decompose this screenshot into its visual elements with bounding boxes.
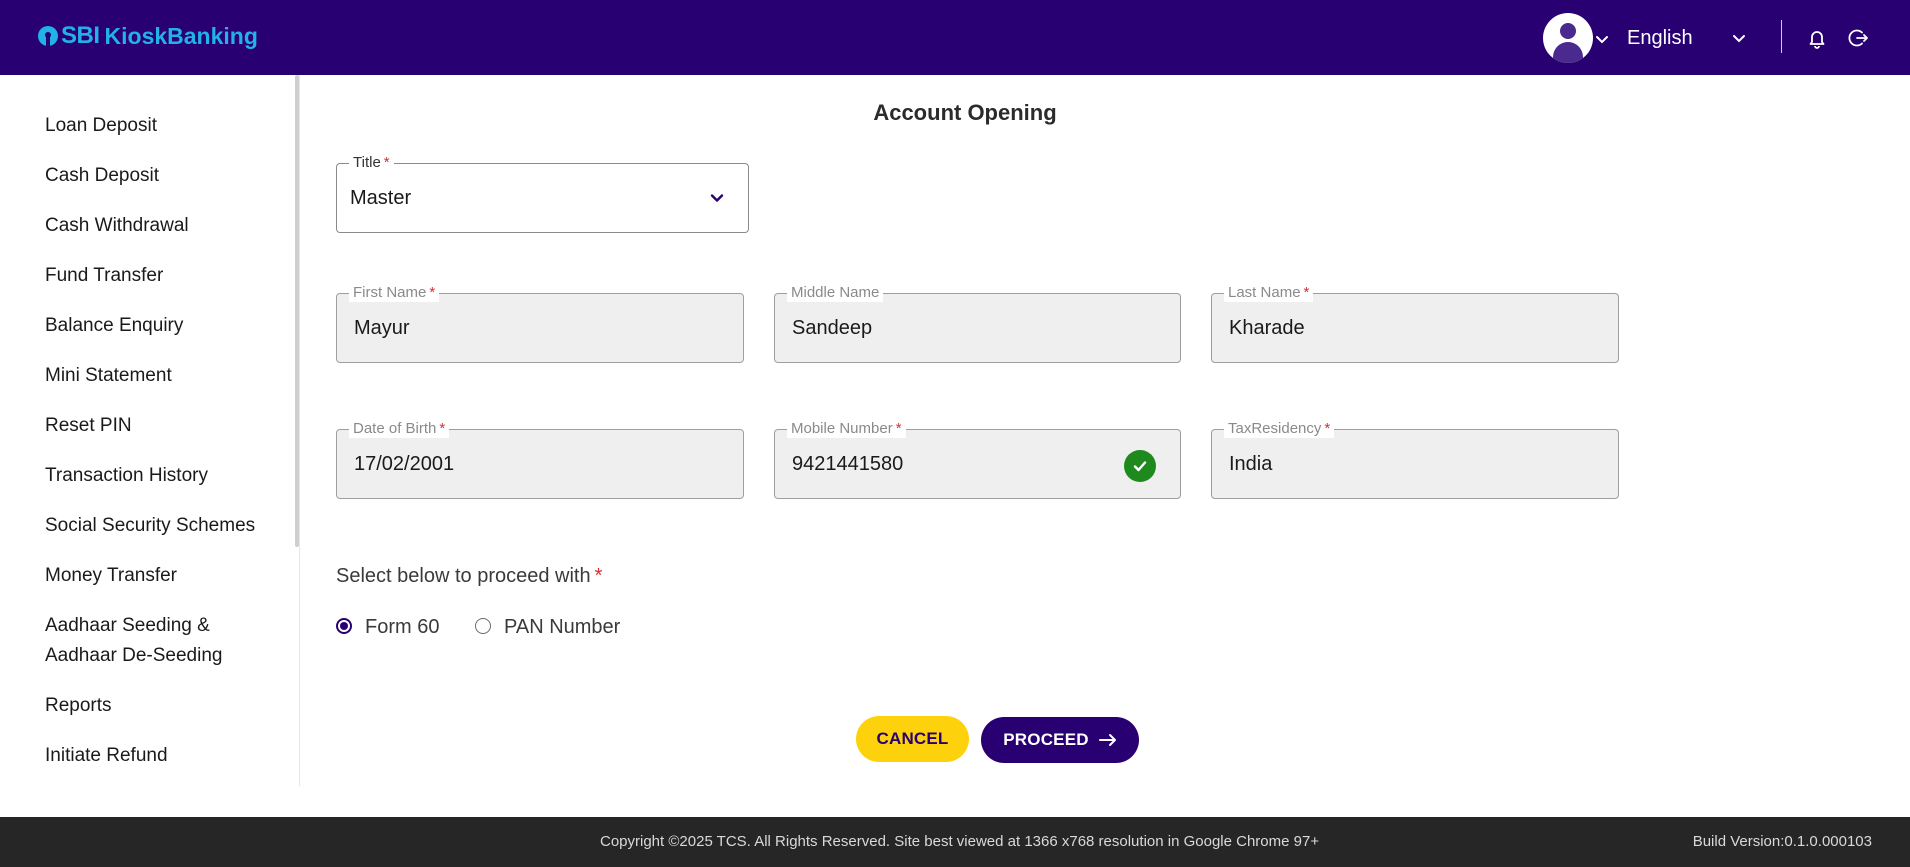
app-header: SBI KioskBanking English [0,0,1910,75]
proceed-prompt: Select below to proceed with * [336,565,603,587]
app-footer: Copyright ©2025 TCS. All Rights Reserved… [0,817,1910,867]
date-of-birth-field[interactable]: Date of Birth * 17/02/2001 [336,420,744,499]
sbi-logo-icon [38,26,58,46]
logo-kiosk-text: KioskBanking [104,22,258,49]
sidebar-item-cash-withdrawal[interactable]: Cash Withdrawal [45,211,285,241]
sidebar-item-loan-deposit[interactable]: Loan Deposit [45,111,285,141]
last-name-value: Kharade [1229,317,1305,339]
profile-chevron-down-icon[interactable] [1594,31,1610,47]
cancel-button[interactable]: CANCEL [856,716,969,762]
header-divider [1781,20,1782,53]
sidebar-scrollbar[interactable] [295,75,299,547]
sbi-kiosk-logo: SBI KioskBanking [38,22,258,50]
pan-number-label[interactable]: PAN Number [504,616,620,639]
first-name-value: Mayur [354,317,410,339]
build-version: Build Version:0.1.0.000103 [1692,833,1872,850]
last-name-label: Last Name * [1224,284,1314,302]
form60-radio[interactable] [336,618,352,634]
title-select[interactable]: Title * Master [336,154,749,233]
check-circle-icon [1124,450,1156,482]
logo-sbi-text: SBI [61,22,100,49]
middle-name-field[interactable]: Middle Name Sandeep [774,284,1181,363]
pan-number-radio[interactable] [475,618,491,634]
first-name-field[interactable]: First Name * Mayur [336,284,744,363]
date-of-birth-value: 17/02/2001 [354,453,455,475]
language-selector[interactable]: English [1627,27,1693,50]
mobile-number-label: Mobile Number * [787,420,906,438]
sidebar-item-social-security-schemes[interactable]: Social Security Schemes [45,511,285,541]
sidebar-item-aadhaar-seeding[interactable]: Aadhaar Seeding & Aadhaar De-Seeding [45,611,245,671]
user-avatar-icon[interactable] [1543,13,1593,63]
middle-name-label: Middle Name [787,284,884,302]
mobile-number-field[interactable]: Mobile Number * 9421441580 [774,420,1181,499]
middle-name-value: Sandeep [792,317,873,339]
tax-residency-label: TaxResidency * [1224,420,1335,438]
date-of-birth-label: Date of Birth * [349,420,450,438]
chevron-down-icon[interactable] [708,189,726,207]
sidebar-item-cash-deposit[interactable]: Cash Deposit [45,161,285,191]
tax-residency-field[interactable]: TaxResidency * India [1211,420,1619,499]
proceed-button[interactable]: PROCEED [981,717,1139,763]
sidebar-item-balance-enquiry[interactable]: Balance Enquiry [45,311,285,341]
title-label: Title * [349,154,394,172]
first-name-label: First Name * [349,284,440,302]
title-value: Master [350,187,412,209]
tax-residency-value: India [1229,453,1273,475]
arrow-right-icon [1098,734,1116,746]
bell-icon[interactable] [1806,27,1828,49]
sidebar-item-fund-transfer[interactable]: Fund Transfer [45,261,285,291]
sidebar-item-reports[interactable]: Reports [45,691,285,721]
logout-icon[interactable] [1848,27,1870,49]
last-name-field[interactable]: Last Name * Kharade [1211,284,1619,363]
sidebar-item-mini-statement[interactable]: Mini Statement [45,361,285,391]
page-title: Account Opening [873,100,1057,125]
copyright-text: Copyright ©2025 TCS. All Rights Reserved… [600,833,1320,850]
sidebar-item-transaction-history[interactable]: Transaction History [45,461,285,491]
form60-label[interactable]: Form 60 [365,616,439,639]
sidebar-item-money-transfer[interactable]: Money Transfer [45,561,285,591]
mobile-number-value: 9421441580 [792,453,904,475]
sidebar-item-reset-pin[interactable]: Reset PIN [45,411,285,441]
sidebar-item-initiate-refund[interactable]: Initiate Refund [45,741,285,771]
language-chevron-down-icon[interactable] [1731,31,1747,47]
